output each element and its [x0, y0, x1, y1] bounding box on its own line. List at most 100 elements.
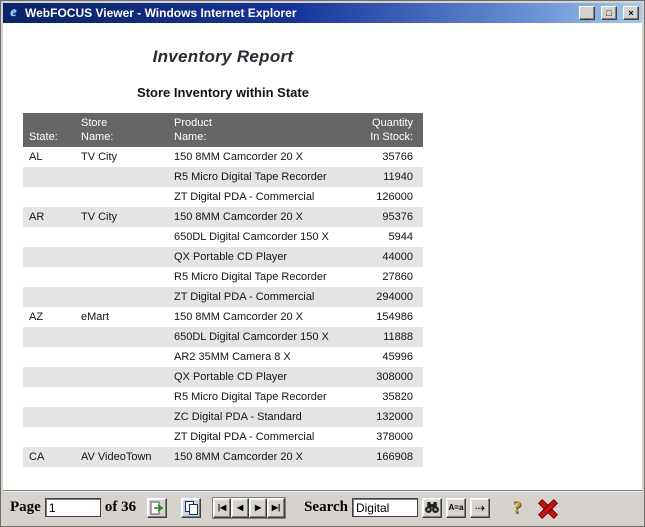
page-count-label: of 36: [105, 499, 136, 516]
store-cell: [75, 427, 168, 447]
page-number-input[interactable]: [45, 498, 101, 517]
product-cell: AR2 35MM Camera 8 X: [168, 347, 345, 367]
quantity-cell: 44000: [345, 247, 423, 267]
pages-button[interactable]: [181, 498, 201, 518]
table-row: R5 Micro Digital Tape Recorder27860: [23, 267, 423, 287]
help-icon: ?: [512, 497, 521, 517]
store-cell: AV VideoTown: [75, 447, 168, 467]
maximize-button[interactable]: □: [601, 6, 617, 20]
pages-icon: [184, 500, 199, 515]
quantity-cell: 378000: [345, 427, 423, 447]
last-page-icon: ▶|: [272, 503, 280, 512]
goto-page-button[interactable]: [147, 498, 167, 518]
previous-page-button[interactable]: ◀: [231, 498, 249, 518]
match-case-icon: A=a: [449, 503, 464, 512]
store-cell: [75, 187, 168, 207]
store-cell: TV City: [75, 147, 168, 167]
product-cell: ZC Digital PDA - Standard: [168, 407, 345, 427]
window-title: WebFOCUS Viewer - Windows Internet Explo…: [25, 6, 573, 20]
state-cell: [23, 407, 75, 427]
table-row: ZT Digital PDA - Commercial126000: [23, 187, 423, 207]
quantity-cell: 5944: [345, 227, 423, 247]
match-case-button[interactable]: A=a: [446, 498, 466, 518]
find-button[interactable]: [422, 498, 442, 518]
search-label: Search: [304, 499, 348, 516]
store-cell: [75, 167, 168, 187]
state-cell: [23, 327, 75, 347]
store-cell: [75, 347, 168, 367]
close-viewer-button[interactable]: [537, 498, 557, 518]
quantity-cell: 154986: [345, 307, 423, 327]
product-cell: ZT Digital PDA - Commercial: [168, 187, 345, 207]
product-cell: QX Portable CD Player: [168, 247, 345, 267]
first-page-button[interactable]: |◀: [213, 498, 231, 518]
product-cell: 150 8MM Camcorder 20 X: [168, 307, 345, 327]
store-cell: [75, 227, 168, 247]
store-cell: [75, 407, 168, 427]
quantity-cell: 132000: [345, 407, 423, 427]
internet-explorer-icon: e: [6, 6, 21, 21]
product-cell: 650DL Digital Camcorder 150 X: [168, 327, 345, 347]
state-cell: CA: [23, 447, 75, 467]
next-page-button[interactable]: ▶: [249, 498, 267, 518]
report-content-area: Inventory Report Store Inventory within …: [3, 23, 642, 490]
quantity-cell: 95376: [345, 207, 423, 227]
table-row: 650DL Digital Camcorder 150 X5944: [23, 227, 423, 247]
store-cell: TV City: [75, 207, 168, 227]
binoculars-icon: [424, 501, 440, 514]
table-row: R5 Micro Digital Tape Recorder35820: [23, 387, 423, 407]
next-page-icon: ▶: [255, 503, 261, 512]
quantity-cell: 294000: [345, 287, 423, 307]
search-input[interactable]: [352, 498, 418, 517]
table-row: R5 Micro Digital Tape Recorder11940: [23, 167, 423, 187]
state-cell: [23, 367, 75, 387]
table-row: AR2 35MM Camera 8 X45996: [23, 347, 423, 367]
state-cell: [23, 267, 75, 287]
product-cell: ZT Digital PDA - Commercial: [168, 287, 345, 307]
state-cell: AR: [23, 207, 75, 227]
previous-page-icon: ◀: [237, 503, 243, 512]
table-row: 650DL Digital Camcorder 150 X11888: [23, 327, 423, 347]
table-row: AZeMart150 8MM Camcorder 20 X154986: [23, 307, 423, 327]
goto-page-icon: [150, 501, 164, 515]
quantity-cell: 27860: [345, 267, 423, 287]
quantity-cell: 35766: [345, 147, 423, 167]
product-cell: R5 Micro Digital Tape Recorder: [168, 167, 345, 187]
store-cell: eMart: [75, 307, 168, 327]
state-cell: [23, 227, 75, 247]
state-cell: AZ: [23, 307, 75, 327]
quantity-cell: 126000: [345, 187, 423, 207]
inventory-table-body: ALTV City150 8MM Camcorder 20 X35766R5 M…: [23, 147, 423, 467]
search-direction-icon: ⇢: [475, 501, 485, 515]
window-titlebar: e WebFOCUS Viewer - Windows Internet Exp…: [3, 3, 642, 23]
report-subtitle: Store Inventory within State: [23, 85, 423, 100]
table-header-row: State: Store Name: Product Name: Quantit…: [23, 113, 423, 147]
table-row: CAAV VideoTown150 8MM Camcorder 20 X1669…: [23, 447, 423, 467]
close-window-button[interactable]: ×: [623, 6, 639, 20]
table-row: ZT Digital PDA - Commercial294000: [23, 287, 423, 307]
close-icon: ×: [628, 9, 633, 18]
page-navigation-group: |◀ ◀ ▶ ▶|: [212, 497, 286, 519]
maximize-icon: □: [606, 9, 611, 18]
product-cell: 650DL Digital Camcorder 150 X: [168, 227, 345, 247]
quantity-cell: 45996: [345, 347, 423, 367]
store-cell: [75, 267, 168, 287]
last-page-button[interactable]: ▶|: [267, 498, 285, 518]
table-row: QX Portable CD Player308000: [23, 367, 423, 387]
store-cell: [75, 247, 168, 267]
store-cell: [75, 327, 168, 347]
table-row: ARTV City150 8MM Camcorder 20 X95376: [23, 207, 423, 227]
search-direction-button[interactable]: ⇢: [470, 498, 490, 518]
inventory-table: State: Store Name: Product Name: Quantit…: [23, 113, 423, 467]
minimize-button[interactable]: _: [579, 6, 595, 20]
state-cell: AL: [23, 147, 75, 167]
help-button[interactable]: ?: [508, 497, 526, 518]
store-cell: [75, 287, 168, 307]
store-cell: [75, 387, 168, 407]
minimize-icon: _: [584, 12, 589, 21]
first-page-icon: |◀: [218, 503, 226, 512]
viewer-toolbar: Page of 36 |◀ ◀ ▶ ▶| Search: [3, 490, 642, 524]
state-cell: [23, 427, 75, 447]
quantity-cell: 308000: [345, 367, 423, 387]
col-header-store-name: Store Name:: [75, 113, 168, 147]
